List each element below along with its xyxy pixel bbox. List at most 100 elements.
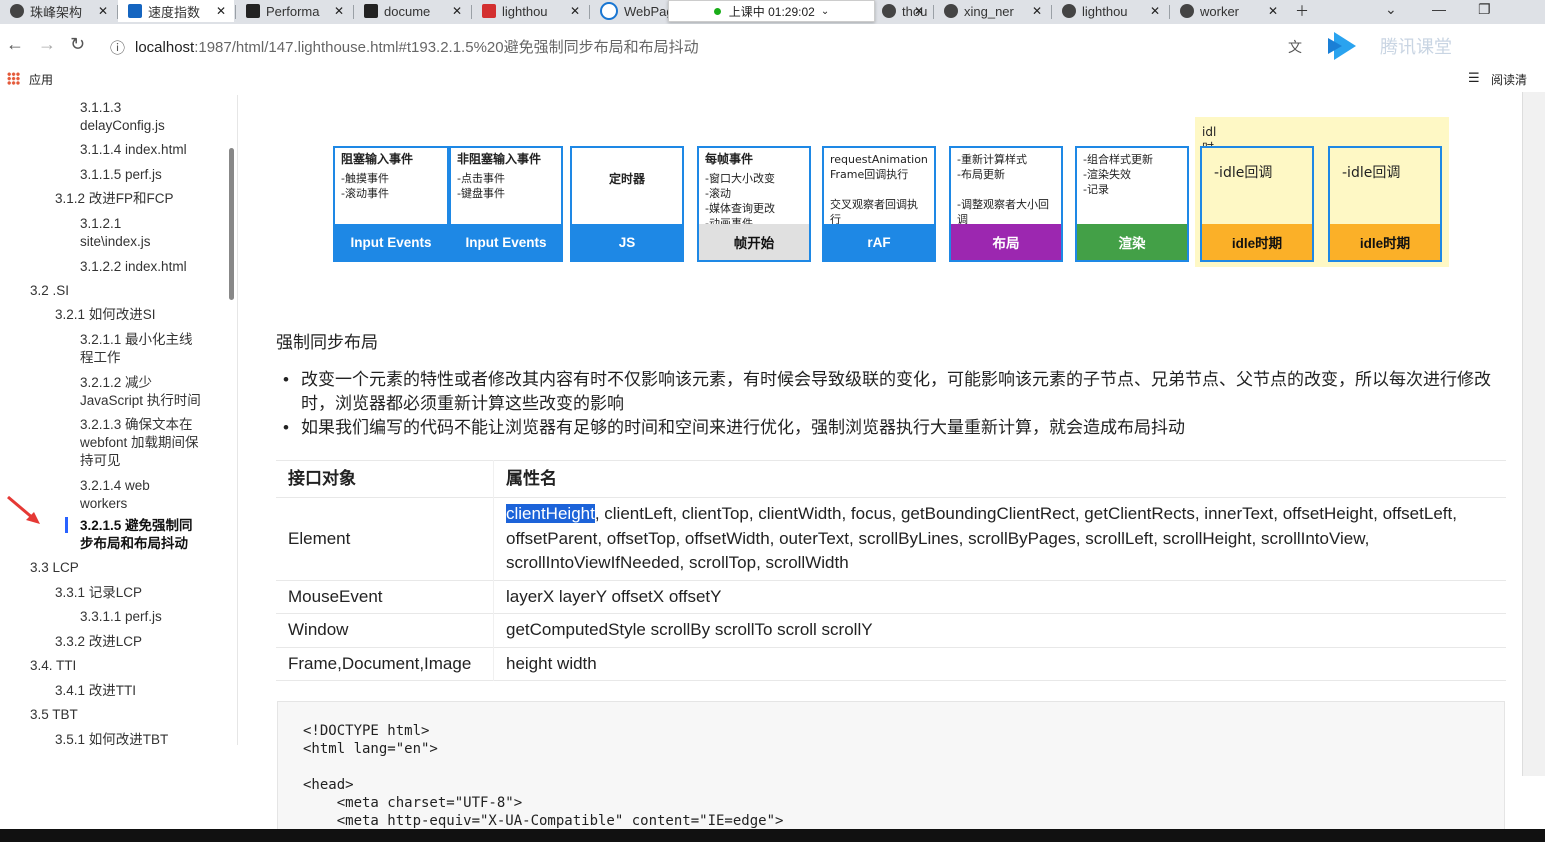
toc-item[interactable]: 3.5 TBT (30, 706, 78, 724)
tab-4[interactable]: docume ✕ (354, 0, 470, 22)
stage-title: 定时器 (608, 172, 645, 186)
bullet-item: 如果我们编写的代码不能让浏览器有足够的时间和空间来进行优化，强制浏览器执行大量重… (283, 416, 1508, 440)
code-line: <head> (303, 777, 354, 793)
toc-item[interactable]: 3.4. TTI (30, 657, 76, 675)
toc-item[interactable]: 3.3.2 改进LCP (55, 633, 142, 651)
stage-label: JS (572, 224, 682, 260)
tab-9[interactable]: lighthou ✕ (1052, 0, 1168, 22)
chrome-icon (1062, 4, 1076, 18)
toc-item[interactable]: 3.2.1.4 web (80, 477, 150, 495)
sidebar-scrollbar[interactable] (229, 148, 234, 300)
toc-item[interactable]: 3.2.1 如何改进SI (55, 306, 156, 324)
pipeline-stage: 每帧事件-窗口大小改变-滚动-媒体查询更改-动画事件帧开始 (697, 146, 811, 262)
reader-icon[interactable]: ☰ (1468, 70, 1480, 86)
chrome-icon (1180, 4, 1194, 18)
toc-item[interactable]: 程工作 (80, 349, 121, 367)
close-tab-icon[interactable]: ✕ (216, 4, 226, 18)
tab-3[interactable]: Performa ✕ (236, 0, 352, 22)
meeting-timer[interactable]: 上课中 01:29:02 ⌄ (668, 0, 875, 22)
toc-item[interactable]: 3.1.2.2 index.html (80, 258, 187, 276)
new-tab-icon[interactable]: ＋ (1295, 1, 1309, 21)
toc-item[interactable]: 3.2.1.5 避免强制同 (80, 517, 193, 535)
close-tab-icon[interactable]: ✕ (452, 4, 462, 18)
toc-item[interactable]: JavaScript 执行时间 (80, 392, 201, 410)
info-icon[interactable]: ⓘ (110, 37, 125, 58)
section-heading: 强制同步布局 (276, 333, 378, 352)
tab-8[interactable]: xing_ner ✕ (934, 0, 1050, 22)
chrome-icon (10, 4, 24, 18)
selected-text[interactable]: clientHeight (506, 504, 595, 523)
interface-cell: Frame,Document,Image (276, 647, 494, 681)
tab-search-icon[interactable]: ⌄ (1385, 1, 1397, 18)
close-tab-icon[interactable]: ✕ (1032, 4, 1042, 18)
tab-label: lighthou (502, 3, 548, 19)
close-tab-icon[interactable]: ✕ (1268, 4, 1278, 18)
toc-item[interactable]: 3.1.1.3 (80, 99, 121, 117)
chrome-icon (882, 4, 896, 18)
translate-icon[interactable]: 文 (1288, 37, 1302, 57)
stage-description: -idle回调 (1202, 148, 1312, 220)
reader-mode-button[interactable]: 阅读清 (1491, 71, 1527, 88)
page-scrollbar[interactable] (1522, 92, 1545, 776)
toc-item[interactable]: 3.3.1 记录LCP (55, 584, 142, 602)
stage-line: -窗口大小改变 (705, 172, 775, 185)
tab-label: worker (1200, 3, 1240, 19)
url-field[interactable]: localhost:1987/html/147.lighthouse.html#… (135, 36, 699, 57)
code-block[interactable]: <!DOCTYPE html> <html lang="en"> <head> <… (277, 701, 1505, 842)
tab-1[interactable]: 珠峰架构 ✕ (0, 0, 116, 22)
stage-line: -重新计算样式 (957, 153, 1027, 166)
stage-line: -键盘事件 (457, 187, 505, 200)
back-icon[interactable]: ← (6, 34, 24, 55)
toc-item[interactable]: 3.3 LCP (30, 559, 79, 577)
stage-label: 帧开始 (699, 224, 809, 260)
properties-table: 接口对象 属性名 Element clientHeight, clientLeft… (276, 460, 1506, 681)
toc-item[interactable]: 3.2 .SI (30, 282, 69, 300)
minimize-icon[interactable]: — (1432, 1, 1446, 17)
tab-2[interactable]: 速度指数 ✕ (118, 0, 234, 22)
tab-7[interactable]: thou ✕ (872, 0, 932, 22)
tencent-classroom-logo: 腾讯课堂 (1328, 32, 1452, 60)
toc-item[interactable]: site\index.js (80, 233, 151, 251)
url-path: :1987/html/147.lighthouse.html#t193.2.1.… (194, 39, 699, 56)
toc-item[interactable]: 3.1.1.4 index.html (80, 141, 187, 159)
toc-item[interactable]: 3.1.1.5 perf.js (80, 166, 162, 184)
table-row: Element clientHeight, clientLeft, clientT… (276, 497, 1506, 580)
tab-10[interactable]: worker ✕ (1170, 0, 1286, 22)
close-tab-icon[interactable]: ✕ (98, 4, 108, 18)
toc-item[interactable]: 3.2.1.1 最小化主线 (80, 331, 193, 349)
forward-icon[interactable]: → (38, 34, 56, 55)
tab-label: xing_ner (964, 3, 1014, 19)
property-cell: height width (494, 647, 1507, 681)
apps-grid-icon[interactable] (7, 72, 20, 85)
stage-line: Frame回调执行 (830, 168, 909, 181)
toc-item[interactable]: 3.1.2 改进FP和FCP (55, 190, 174, 208)
stage-line: -渲染失效 (1083, 168, 1131, 181)
bookmarks-bar (0, 66, 1545, 92)
close-tab-icon[interactable]: ✕ (914, 4, 924, 18)
close-tab-icon[interactable]: ✕ (1150, 4, 1160, 18)
code-line: <!DOCTYPE html> (303, 723, 430, 739)
toc-item[interactable]: 步布局和布局抖动 (80, 535, 188, 553)
close-tab-icon[interactable]: ✕ (334, 4, 344, 18)
apps-bookmark[interactable]: 应用 (29, 71, 53, 88)
toc-item[interactable]: workers (80, 495, 127, 513)
stage-line (830, 182, 928, 197)
stage-line: 交叉观察者回调执行 (830, 198, 918, 226)
tab-5[interactable]: lighthou ✕ (472, 0, 588, 22)
toc-item[interactable]: 持可见 (80, 452, 121, 470)
toc-item[interactable]: 3.1.2.1 (80, 215, 121, 233)
pipeline-stage: 定时器 JS (570, 146, 684, 262)
code-line: <meta charset="UTF-8"> (303, 795, 523, 811)
toc-item[interactable]: 3.5.1 如何改进TBT (55, 731, 168, 749)
toc-item[interactable]: delayConfig.js (80, 117, 165, 135)
toc-item[interactable]: 3.2.1.3 确保文本在 (80, 416, 193, 434)
reload-icon[interactable]: ↻ (70, 34, 85, 55)
property-list: getComputedStyle scrollBy scrollTo scrol… (506, 620, 873, 639)
tab-6[interactable]: WebPag (590, 0, 668, 22)
toc-item[interactable]: 3.2.1.2 减少 (80, 374, 152, 392)
toc-item[interactable]: 3.3.1.1 perf.js (80, 608, 162, 626)
close-tab-icon[interactable]: ✕ (570, 4, 580, 18)
maximize-icon[interactable]: ❐ (1478, 1, 1491, 18)
toc-item[interactable]: webfont 加载期间保 (80, 434, 199, 452)
toc-item[interactable]: 3.4.1 改进TTI (55, 682, 136, 700)
